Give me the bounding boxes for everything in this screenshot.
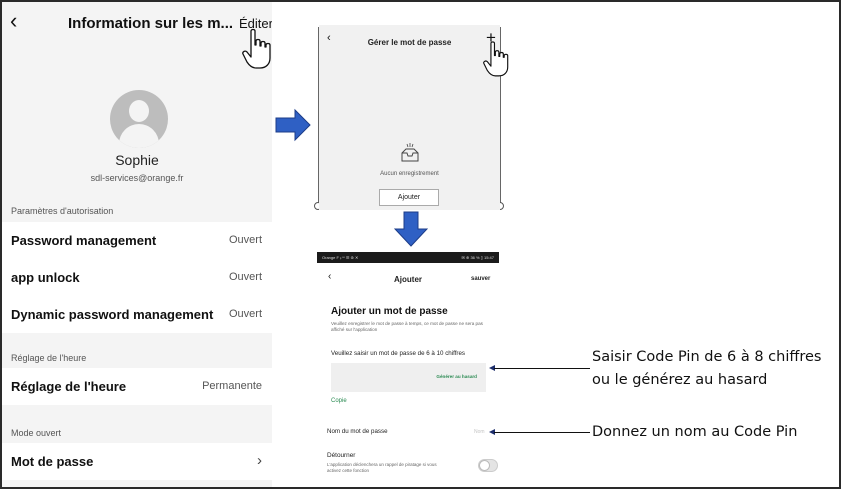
avatar (110, 90, 168, 148)
divert-toggle[interactable] (478, 459, 498, 472)
page-title: Gérer le mot de passe (367, 38, 452, 47)
status-carrier: Orange F ᵢₗ ᵚ ☰ ⊛ ✕ (322, 255, 359, 260)
empty-state-text: Aucun enregistrement (380, 171, 439, 177)
generate-random-button[interactable]: Générer au hasard (436, 374, 477, 379)
manage-password-screen: ‹ Gérer le mot de passe + Aucun enregist… (319, 25, 500, 210)
divert-label: Détourner (327, 452, 356, 459)
row-label: Password management (11, 233, 157, 248)
chevron-right-icon: › (257, 452, 262, 469)
row-value: Ouvert (228, 234, 262, 246)
status-battery-time: ✉ ⊕ 36 % ▯ 15:47 (461, 255, 494, 260)
annotation-pin-line1: Saisir Code Pin de 6 à 8 chiffres (592, 349, 822, 365)
avatar-head-icon (129, 100, 149, 122)
pointing-hand-icon (483, 41, 509, 77)
row-label: app unlock (11, 270, 80, 285)
arrow-right-icon (275, 108, 311, 142)
empty-inbox-icon (401, 143, 419, 162)
row-label: Mot de passe (11, 454, 94, 469)
row-label: Réglage de l'heure (11, 379, 127, 394)
add-password-screen: Orange F ᵢₗ ᵚ ☰ ⊛ ✕ ✉ ⊕ 36 % ▯ 15:47 ‹ A… (317, 252, 499, 483)
password-input[interactable]: Générer au hasard (331, 363, 486, 392)
add-button[interactable]: Ajouter (379, 189, 439, 206)
arrow-down-icon (394, 211, 428, 247)
status-bar: Orange F ᵢₗ ᵚ ☰ ⊛ ✕ ✉ ⊕ 36 % ▯ 15:47 (317, 252, 499, 263)
row-label: Dynamic password management (11, 307, 214, 322)
section-header-time: Réglage de l'heure (11, 353, 87, 363)
row-time-setting[interactable]: Réglage de l'heure Permanente (2, 368, 272, 405)
user-name: Sophie (115, 152, 159, 168)
section-description: Veuillez enregistrer le mot de passe à t… (331, 321, 483, 332)
row-value: Permanente (202, 380, 262, 392)
row-value: Ouvert (228, 308, 262, 320)
row-value: Ouvert (228, 271, 262, 283)
save-button[interactable]: sauver (471, 276, 490, 282)
divert-description: L'application déclenchera un rappel de p… (327, 462, 437, 473)
row-dynamic-password[interactable]: Dynamic password management Ouvert (2, 296, 272, 333)
copy-link[interactable]: Copie (331, 398, 347, 404)
row-password[interactable]: Mot de passe › (2, 443, 272, 480)
pointing-hand-icon (242, 28, 271, 69)
annotation-line (494, 432, 590, 433)
page-title: Information sur les m... (68, 15, 234, 32)
avatar-body-icon (119, 124, 159, 148)
row-password-management[interactable]: Password management Ouvert (2, 222, 272, 259)
annotation-pin-line2: ou le générez au hasard (592, 372, 768, 388)
password-input-label: Veuillez saisir un mot de passe de 6 à 1… (331, 350, 466, 357)
section-heading: Ajouter un mot de passe (331, 306, 448, 317)
row-app-unlock[interactable]: app unlock Ouvert (2, 259, 272, 296)
password-name-label: Nom du mot de passe (327, 428, 388, 435)
section-header-open-mode: Mode ouvert (11, 428, 62, 438)
header-bar: ‹ Information sur les m... Éditer (2, 2, 272, 48)
password-name-input[interactable]: Nom (474, 429, 485, 435)
user-email: sdl-services@orange.fr (90, 173, 184, 183)
section-header-permissions: Paramètres d'autorisation (11, 206, 114, 216)
back-arrow-icon[interactable]: ‹ (10, 10, 17, 32)
annotation-name: Donnez un nom au Code Pin (592, 424, 798, 440)
toggle-knob (479, 460, 490, 471)
user-info-screen: ‹ Information sur les m... Éditer Sophie… (2, 2, 272, 487)
annotation-line (494, 368, 590, 369)
